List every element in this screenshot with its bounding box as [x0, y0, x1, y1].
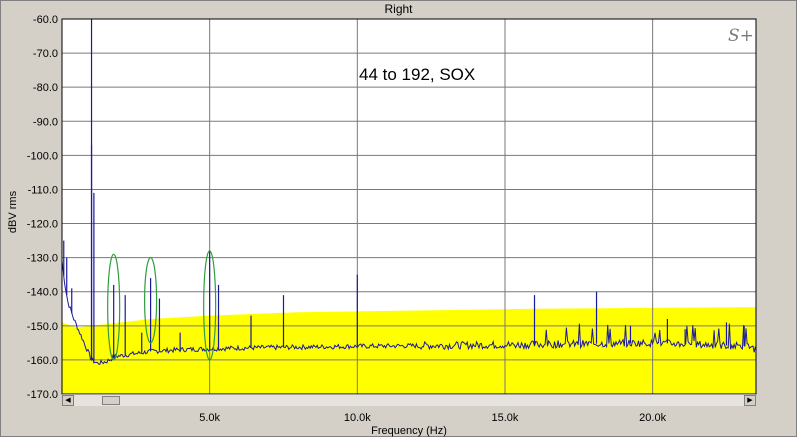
x-tick-label: 15.0k	[492, 412, 519, 424]
y-tick-label: -150.0	[27, 321, 58, 333]
y-tick-label: -160.0	[27, 355, 58, 367]
scroll-right-button[interactable]: ▶	[744, 395, 756, 406]
x-tick-label: 10.0k	[344, 412, 371, 424]
scroll-thumb[interactable]	[102, 396, 120, 405]
y-tick-label: -130.0	[27, 253, 58, 265]
horizontal-scrollbar[interactable]: ◀ ▶	[62, 394, 756, 406]
arrow-left-icon: ◀	[65, 397, 71, 404]
arrow-right-icon: ▶	[747, 397, 753, 404]
y-tick-labels: -60.0 -70.0 -80.0 -90.0 -100.0 -110.0 -120.0 -1…	[27, 14, 58, 401]
y-tick-label: -60.0	[33, 14, 58, 26]
chart-annotation: 44 to 192, SOX	[359, 65, 475, 84]
y-tick-label: -70.0	[33, 48, 58, 60]
y-tick-label: -90.0	[33, 116, 58, 128]
spectrum-chart: -60.0 -70.0 -80.0 -90.0 -100.0 -110.0 -120.0 -1…	[7, 14, 757, 437]
y-tick-label: -120.0	[27, 219, 58, 231]
y-axis-title: dBV rms	[7, 190, 19, 233]
logo-mark: S+	[728, 26, 754, 46]
y-tick-label: -110.0	[28, 184, 58, 196]
y-tick-label: -140.0	[27, 287, 58, 299]
y-tick-label: -80.0	[33, 82, 58, 94]
x-tick-label: 20.0k	[639, 412, 666, 424]
x-tick-labels: 5.0k 10.0k 15.0k 20.0k	[199, 412, 666, 424]
y-tick-label: -100.0	[27, 150, 58, 162]
x-tick-label: 5.0k	[199, 412, 220, 424]
scroll-left-button[interactable]: ◀	[62, 395, 74, 406]
x-axis-title: Frequency (Hz)	[371, 425, 447, 437]
y-tick-label: -170.0	[27, 389, 58, 401]
